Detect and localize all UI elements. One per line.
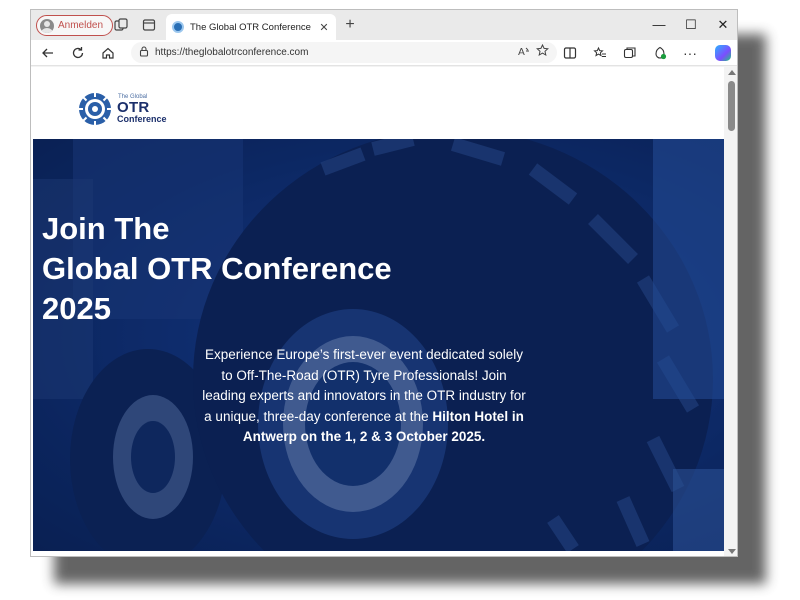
split-screen-icon[interactable]	[561, 44, 579, 62]
new-tab-button[interactable]: +	[341, 16, 359, 34]
browser-essentials-icon[interactable]	[651, 44, 669, 62]
signin-button[interactable]: Anmelden	[36, 15, 114, 36]
active-tab[interactable]: The Global OTR Conference 2025 ✕	[166, 14, 336, 40]
page-scrollbar[interactable]	[724, 67, 737, 556]
browser-window: Anmelden The Global OTR Conference 2025 …	[30, 9, 738, 557]
page-viewport: The Global OTR Conference Join The Globa…	[31, 67, 737, 556]
maximize-button[interactable]: ☐	[681, 16, 701, 34]
hero-banner: Join The Global OTR Conference 2025 Expe…	[33, 139, 724, 551]
hero-title-line-1: Join The	[42, 211, 170, 246]
hero-title-line-3: 2025	[42, 291, 111, 326]
hero-title-line-2: Global OTR Conference	[42, 251, 392, 286]
tab-actions-icon[interactable]	[141, 17, 157, 33]
lock-icon[interactable]	[139, 44, 149, 62]
tab-close-icon[interactable]: ✕	[318, 21, 330, 34]
site-logo[interactable]: The Global OTR Conference	[77, 91, 167, 127]
svg-text:A: A	[518, 47, 525, 57]
profile-avatar-icon	[40, 18, 54, 33]
read-aloud-icon[interactable]: A	[518, 44, 530, 62]
scroll-down-arrow-icon[interactable]	[728, 549, 736, 554]
favorites-icon[interactable]	[591, 44, 609, 62]
logo-big-text: OTR	[117, 99, 150, 116]
refresh-icon[interactable]	[69, 44, 87, 62]
workspaces-icon[interactable]	[113, 17, 129, 33]
tab-title: The Global OTR Conference 2025	[190, 21, 312, 33]
copilot-icon[interactable]	[715, 45, 731, 61]
logo-sub-text: Conference	[117, 114, 167, 124]
site-favicon-icon	[172, 21, 184, 33]
url-text[interactable]: https://theglobalotrconference.com	[155, 47, 512, 58]
address-bar[interactable]: https://theglobalotrconference.com A	[131, 42, 557, 63]
home-icon[interactable]	[99, 44, 117, 62]
close-window-button[interactable]: ✕	[713, 16, 733, 34]
otr-logo-icon	[78, 92, 112, 126]
navigation-bar: https://theglobalotrconference.com A ···	[31, 40, 737, 66]
hero-description: Experience Europe’s first-ever event ded…	[199, 345, 529, 448]
more-options-icon[interactable]: ···	[681, 44, 699, 62]
scrollbar-thumb[interactable]	[728, 81, 735, 131]
minimize-button[interactable]: —	[649, 16, 669, 34]
favorite-star-icon[interactable]	[536, 43, 549, 62]
site-header: The Global OTR Conference	[31, 67, 724, 139]
tab-bar: Anmelden The Global OTR Conference 2025 …	[31, 10, 737, 40]
scroll-up-arrow-icon[interactable]	[728, 70, 736, 75]
signin-label: Anmelden	[58, 20, 104, 31]
back-arrow-icon[interactable]	[39, 44, 57, 62]
collections-icon[interactable]	[621, 44, 639, 62]
hero-title: Join The Global OTR Conference 2025	[42, 209, 502, 329]
